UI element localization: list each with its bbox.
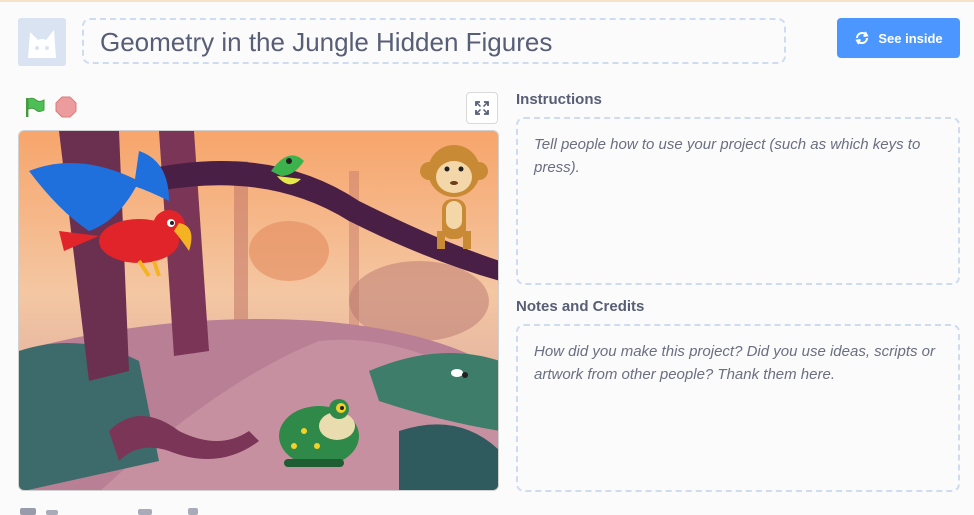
instructions-field[interactable]: Tell people how to use your project (suc… — [516, 117, 960, 285]
see-inside-label: See inside — [878, 30, 943, 46]
see-inside-button[interactable]: See inside — [837, 18, 960, 58]
avatar[interactable] — [18, 18, 66, 66]
project-title: Geometry in the Jungle Hidden Figures — [100, 27, 553, 57]
project-stage[interactable] — [18, 130, 499, 491]
notes-credits-field[interactable]: How did you make this project? Did you u… — [516, 324, 960, 492]
stop-sign-icon[interactable] — [54, 95, 78, 119]
green-flag-icon[interactable] — [22, 95, 46, 119]
notes-placeholder: How did you make this project? Did you u… — [534, 343, 936, 383]
stats-row-partial — [20, 508, 198, 515]
fullscreen-icon — [475, 101, 489, 115]
remix-icon — [854, 30, 870, 46]
project-title-field[interactable]: Geometry in the Jungle Hidden Figures — [82, 18, 786, 64]
instructions-label: Instructions — [516, 91, 602, 108]
instructions-placeholder: Tell people how to use your project (suc… — [534, 136, 921, 176]
top-accent-rule — [0, 0, 974, 2]
fullscreen-button[interactable] — [466, 92, 498, 124]
notes-label: Notes and Credits — [516, 298, 645, 315]
jungle-backdrop — [19, 131, 498, 490]
scratch-cat-icon — [18, 18, 66, 66]
